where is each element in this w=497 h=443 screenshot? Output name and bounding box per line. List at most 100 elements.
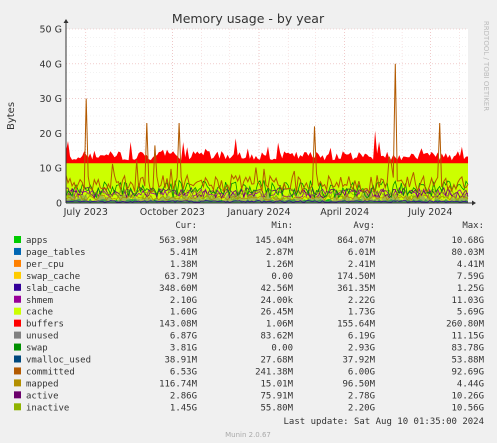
legend-name-unused: unused: [26, 332, 59, 342]
y-tick-label: 50 G: [40, 25, 62, 36]
legend-swatch-cache: [14, 307, 21, 315]
legend-max-vmalloc_used: 53.88M: [451, 356, 484, 366]
legend-max-buffers: 260.80M: [446, 320, 485, 330]
memory-usage-chart: Memory usage - by year Bytes RRDTOOL / T…: [0, 0, 497, 443]
y-tick-label: 40 G: [40, 59, 62, 70]
legend-column-header: Max:: [462, 221, 484, 231]
legend-swatch-committed: [14, 367, 21, 375]
x-tick-label: July 2023: [63, 207, 108, 218]
legend-swatch-swap: [14, 343, 21, 351]
legend-name-active: active: [26, 391, 59, 401]
legend-cur-buffers: 143.08M: [159, 320, 198, 330]
legend-avg-cache: 1.73G: [348, 308, 375, 318]
legend-max-swap: 83.78G: [451, 344, 484, 354]
legend-cur-cache: 1.60G: [170, 308, 197, 318]
legend-cur-shmem: 2.10G: [170, 296, 197, 306]
legend-avg-apps: 864.07M: [337, 236, 376, 246]
last-update: Last update: Sat Aug 10 01:35:00 2024: [284, 417, 484, 427]
x-tick-label: July 2024: [407, 207, 452, 218]
legend-cur-active: 2.86G: [170, 391, 197, 401]
legend-swatch-buffers: [14, 319, 21, 327]
x-tick-label: October 2023: [140, 207, 205, 218]
legend-max-cache: 5.69G: [457, 308, 484, 318]
legend-min-cache: 26.45M: [260, 308, 293, 318]
legend-min-apps: 145.04M: [255, 236, 294, 246]
legend-avg-mapped: 96.50M: [342, 379, 375, 389]
rrdtool-credit: RRDTOOL / TOBI OETIKER: [482, 21, 490, 111]
legend-cur-swap_cache: 63.79M: [164, 272, 197, 282]
y-tick-label: 30 G: [40, 94, 62, 105]
legend-min-shmem: 24.00k: [260, 296, 293, 306]
legend-max-swap_cache: 7.59G: [457, 272, 484, 282]
legend-min-swap_cache: 0.00: [271, 272, 293, 282]
munin-version: Munin 2.0.67: [225, 431, 271, 439]
legend-swatch-per_cpu: [14, 259, 21, 267]
legend-avg-vmalloc_used: 37.92M: [342, 356, 375, 366]
legend-avg-unused: 6.19G: [348, 332, 375, 342]
legend-name-inactive: inactive: [26, 403, 69, 413]
legend-name-committed: committed: [26, 367, 75, 377]
legend-name-cache: cache: [26, 308, 53, 318]
legend-min-buffers: 1.06M: [266, 320, 294, 330]
legend-name-swap_cache: swap_cache: [26, 272, 80, 282]
legend-swatch-mapped: [14, 379, 21, 387]
legend-cur-vmalloc_used: 38.91M: [164, 356, 197, 366]
legend-swatch-page_tables: [14, 247, 21, 255]
legend-avg-swap: 2.93G: [348, 344, 375, 354]
legend-swatch-unused: [14, 331, 21, 339]
y-tick-label: 20 G: [40, 129, 62, 140]
legend-column-header: Min:: [271, 221, 293, 231]
legend-swatch-vmalloc_used: [14, 355, 21, 363]
legend-min-committed: 241.38M: [255, 367, 294, 377]
legend-swatch-active: [14, 391, 21, 399]
legend-max-per_cpu: 4.41M: [457, 260, 485, 270]
legend-swatch-shmem: [14, 295, 21, 303]
legend-min-page_tables: 2.87M: [266, 248, 294, 258]
legend-name-mapped: mapped: [26, 379, 59, 389]
legend-avg-slab_cache: 361.35M: [337, 284, 376, 294]
legend-avg-per_cpu: 2.41M: [348, 260, 376, 270]
legend-min-vmalloc_used: 27.68M: [260, 356, 293, 366]
legend-max-shmem: 11.03G: [451, 296, 484, 306]
legend-min-unused: 83.62M: [260, 332, 293, 342]
legend-name-per_cpu: per_cpu: [26, 260, 64, 270]
legend-min-active: 75.91M: [260, 391, 293, 401]
legend-cur-swap: 3.81G: [170, 344, 197, 354]
legend-min-per_cpu: 1.26M: [266, 260, 294, 270]
legend-cur-page_tables: 5.41M: [170, 248, 198, 258]
legend-min-inactive: 55.80M: [260, 403, 293, 413]
legend-cur-per_cpu: 1.38M: [170, 260, 198, 270]
legend-name-buffers: buffers: [26, 320, 64, 330]
legend-name-shmem: shmem: [26, 296, 53, 306]
legend-avg-swap_cache: 174.50M: [337, 272, 376, 282]
x-tick-label: January 2024: [226, 207, 290, 218]
legend-name-slab_cache: slab_cache: [26, 284, 80, 294]
legend-min-slab_cache: 42.56M: [260, 284, 293, 294]
legend-swatch-apps: [14, 236, 21, 243]
legend-max-apps: 10.68G: [451, 236, 484, 246]
legend-column-header: Cur:: [175, 221, 197, 231]
legend-cur-slab_cache: 348.60M: [159, 284, 198, 294]
legend-swatch-slab_cache: [14, 283, 21, 291]
legend-max-committed: 92.69G: [451, 367, 484, 377]
legend-cur-mapped: 116.74M: [159, 379, 198, 389]
legend-avg-inactive: 2.20G: [348, 403, 375, 413]
legend-max-unused: 11.15G: [451, 332, 484, 342]
legend-max-active: 10.26G: [451, 391, 484, 401]
legend-swatch-inactive: [14, 403, 21, 411]
legend-max-page_tables: 80.03M: [451, 248, 484, 258]
legend-name-apps: apps: [26, 236, 48, 246]
legend-cur-unused: 6.87G: [170, 332, 197, 342]
legend-cur-committed: 6.53G: [170, 367, 197, 377]
legend-name-vmalloc_used: vmalloc_used: [26, 356, 91, 366]
legend-max-mapped: 4.44G: [457, 379, 484, 389]
legend-name-swap: swap: [26, 344, 48, 354]
legend-avg-shmem: 2.22G: [348, 296, 375, 306]
legend-column-header: Avg:: [353, 221, 375, 231]
chart-title: Memory usage - by year: [172, 11, 325, 26]
legend-cur-inactive: 1.45G: [170, 403, 197, 413]
legend-avg-page_tables: 6.01M: [348, 248, 376, 258]
legend-min-swap: 0.00: [271, 344, 293, 354]
x-tick-label: April 2024: [320, 207, 369, 218]
y-tick-label: 10 G: [40, 164, 62, 175]
